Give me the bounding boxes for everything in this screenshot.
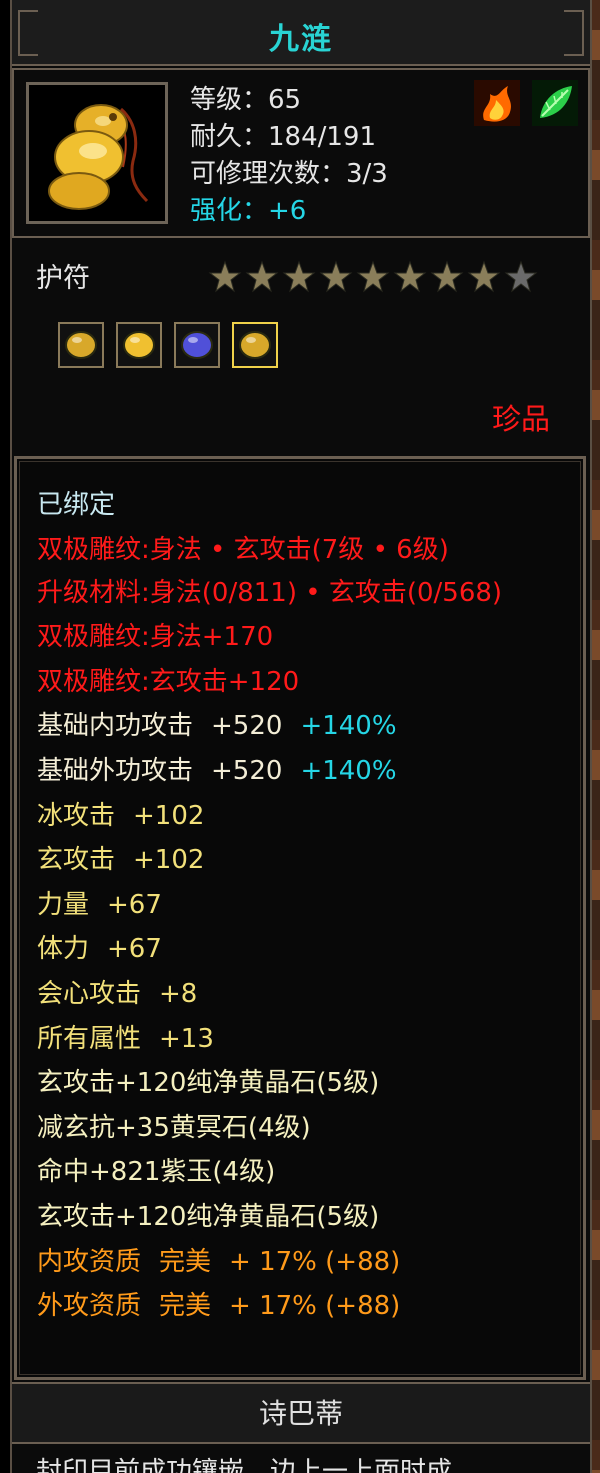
attr-value: +102 xyxy=(133,845,205,876)
star-rating xyxy=(208,260,538,294)
set-name-bar: 诗巴蒂 xyxy=(12,1382,590,1444)
xuan-attack-line: 玄攻击 +102 xyxy=(37,838,567,883)
star-empty-icon xyxy=(504,260,538,293)
item-name: 九涟 xyxy=(269,22,333,57)
item-header: 等级：65 耐久：184/191 可修理次数：3/3 强化：+6 xyxy=(12,68,590,238)
inner-quality-line: 内攻资质 完美 + 17% (+88) xyxy=(37,1240,567,1285)
gem-bonus-line: 减玄抗+35黄冥石(4级) xyxy=(37,1112,311,1143)
gem-slot[interactable] xyxy=(116,322,162,368)
item-stats: 等级：65 耐久：184/191 可修理次数：3/3 强化：+6 xyxy=(190,82,388,230)
amulet-icon xyxy=(48,104,149,210)
attr-value: +8 xyxy=(159,978,198,1009)
attr-label: 冰攻击 xyxy=(37,800,116,831)
attr-label: 基础内功攻击 xyxy=(37,711,194,742)
attr-label: 基础外功攻击 xyxy=(37,755,194,786)
attr-label: 内攻资质 xyxy=(37,1246,142,1277)
attr-value: + 17% (+88) xyxy=(229,1291,401,1322)
gem-bonus-line: 命中+821紫玉(4级) xyxy=(37,1157,276,1188)
purple-gem-icon xyxy=(181,331,213,359)
star-filled-icon xyxy=(393,260,427,293)
attr-value: +520 xyxy=(211,755,283,786)
outer-attack-line: 基础外功攻击 +520 +140% xyxy=(37,749,567,794)
title-bar: 九涟 xyxy=(12,0,590,66)
star-filled-icon xyxy=(208,260,242,293)
star-filled-icon xyxy=(430,260,464,293)
attr-label: 外攻资质 xyxy=(37,1291,142,1322)
quality-label: 珍品 xyxy=(491,402,550,436)
attr-value: +13 xyxy=(159,1023,214,1054)
attr-label: 玄攻击 xyxy=(37,845,116,876)
gem-slots xyxy=(58,322,278,368)
attr-grade: 完美 xyxy=(159,1246,212,1277)
attr-value: +67 xyxy=(107,889,162,920)
star-filled-icon xyxy=(319,260,353,293)
gem-slot[interactable] xyxy=(58,322,104,368)
attr-label: 力量 xyxy=(37,889,90,920)
level-text: 等级：65 xyxy=(190,85,302,115)
enhance-text: 强化：+6 xyxy=(190,196,307,226)
gem-slot[interactable] xyxy=(232,322,278,368)
star-filled-icon xyxy=(245,260,279,293)
set-description: 封印目前成功镶嵌。边上一上面时成 xyxy=(36,1457,453,1473)
carve-agility-line: 双极雕纹:身法+170 xyxy=(37,622,274,653)
star-filled-icon xyxy=(467,260,501,293)
bound-status: 已绑定 xyxy=(37,490,116,520)
attr-label: 所有属性 xyxy=(37,1023,142,1054)
crit-line: 会心攻击 +8 xyxy=(37,972,567,1017)
attr-grade: 完美 xyxy=(159,1291,212,1322)
ice-attack-line: 冰攻击 +102 xyxy=(37,794,567,839)
item-type: 护符 xyxy=(36,263,90,294)
star-filled-icon xyxy=(282,260,316,293)
gem-slot[interactable] xyxy=(174,322,220,368)
attribute-panel: 已绑定 双极雕纹:身法 • 玄攻击(7级 • 6级) 升级材料:身法(0/811… xyxy=(14,456,586,1380)
outer-quality-line: 外攻资质 完美 + 17% (+88) xyxy=(37,1284,567,1329)
yellow-gem-icon xyxy=(65,331,97,359)
attr-value: +520 xyxy=(211,711,283,742)
carve-xuan-line: 双极雕纹:玄攻击+120 xyxy=(37,666,300,697)
inner-attack-line: 基础内功攻击 +520 +140% xyxy=(37,704,567,749)
fire-icon xyxy=(474,80,520,126)
yellow-gem-icon xyxy=(239,331,271,359)
attr-bonus: +140% xyxy=(300,755,397,786)
upgrade-material-line: 升级材料:身法(0/811) • 玄攻击(0/568) xyxy=(37,578,503,609)
strength-line: 力量 +67 xyxy=(37,883,567,928)
attribute-list: 已绑定 双极雕纹:身法 • 玄攻击(7级 • 6级) 升级材料:身法(0/811… xyxy=(37,483,567,1329)
gem-bonus-line: 玄攻击+120纯净黄晶石(5级) xyxy=(37,1201,380,1232)
attr-value: +67 xyxy=(107,934,162,965)
background-strip xyxy=(592,0,600,1473)
carve-line: 双极雕纹:身法 • 玄攻击(7级 • 6级) xyxy=(37,534,449,565)
gold-gem-icon xyxy=(123,331,155,359)
leaf-icon xyxy=(532,80,578,126)
attr-value: + 17% (+88) xyxy=(229,1246,401,1277)
attr-label: 体力 xyxy=(37,934,90,965)
repair-count-text: 可修理次数：3/3 xyxy=(190,159,388,189)
stamina-line: 体力 +67 xyxy=(37,927,567,972)
set-name: 诗巴蒂 xyxy=(258,1397,343,1430)
durability-text: 耐久：184/191 xyxy=(190,122,377,152)
star-filled-icon xyxy=(356,260,390,293)
gem-bonus-line: 玄攻击+120纯净黄晶石(5级) xyxy=(37,1068,380,1099)
attr-bonus: +140% xyxy=(300,711,397,742)
item-icon-frame[interactable] xyxy=(26,82,168,224)
item-tooltip: 九涟 等级：65 耐久：184/191 可修理次数：3/3 强化：+6 护符 珍… xyxy=(10,0,592,1473)
attr-label: 会心攻击 xyxy=(37,978,142,1009)
attr-value: +102 xyxy=(133,800,205,831)
all-attributes-line: 所有属性 +13 xyxy=(37,1017,567,1062)
